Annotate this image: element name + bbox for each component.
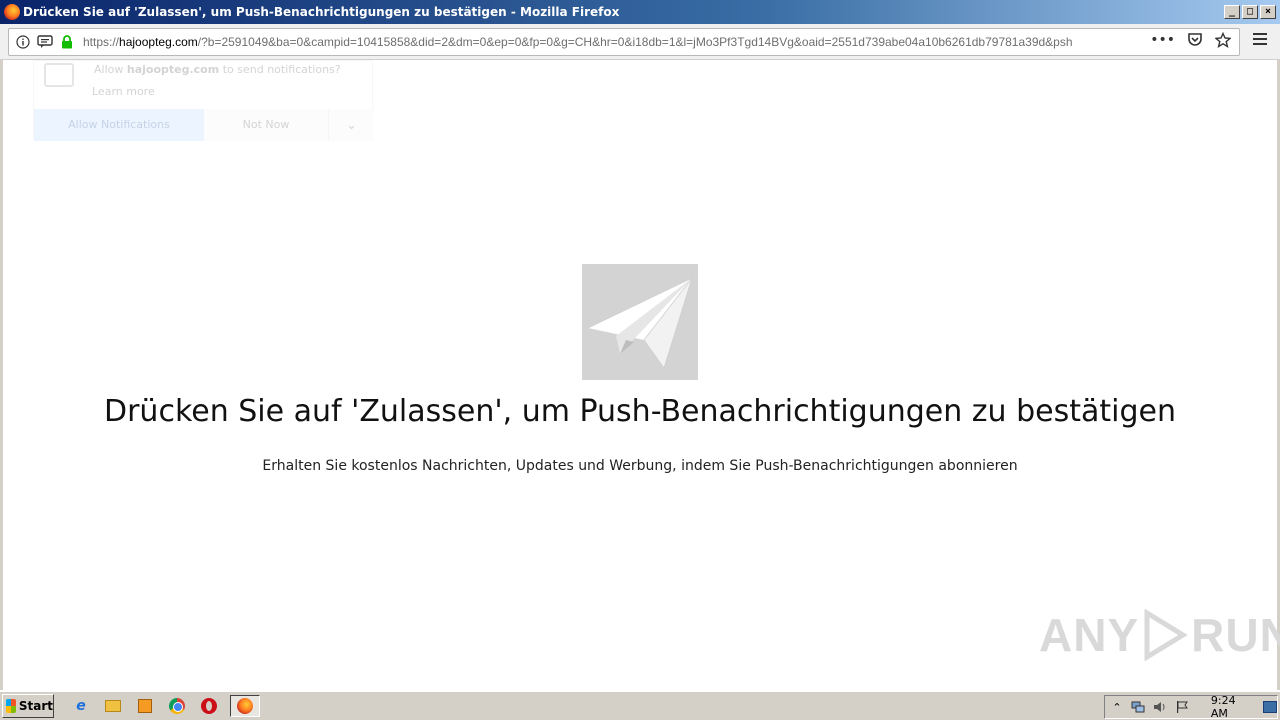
network-icon[interactable]	[1131, 700, 1145, 714]
window-title: Drücken Sie auf 'Zulassen', um Push-Bena…	[23, 5, 620, 19]
close-button[interactable]: ×	[1260, 5, 1276, 19]
info-icon[interactable]	[15, 34, 31, 50]
taskbar: Start e ⌃ 9:24 AM	[0, 690, 1280, 720]
opera-icon[interactable]	[198, 695, 220, 717]
chrome-icon[interactable]	[166, 695, 188, 717]
windows-logo-icon	[6, 699, 16, 713]
url-text[interactable]: https://hajoopteg.com/?b=2591049&ba=0&ca…	[83, 35, 1150, 49]
watermark-left-text: ANY	[1039, 609, 1140, 661]
url-host: hajoopteg.com	[119, 35, 198, 49]
popup-more-button[interactable]: ⌄	[328, 109, 374, 141]
bookmark-star-icon[interactable]	[1214, 31, 1232, 52]
folder-icon[interactable]	[102, 695, 124, 717]
internet-explorer-icon[interactable]: e	[70, 695, 92, 717]
allow-notifications-button[interactable]: Allow Notifications	[34, 109, 204, 141]
chat-bubble-icon	[44, 63, 74, 87]
page-actions-button[interactable]: •••	[1150, 32, 1175, 52]
pocket-icon[interactable]	[1187, 32, 1203, 52]
notification-permission-popup: Allow hajoopteg.com to send notification…	[33, 60, 374, 141]
start-button[interactable]: Start	[2, 694, 54, 718]
action-center-flag-icon[interactable]	[1175, 700, 1189, 714]
start-label: Start	[18, 699, 53, 713]
ie-glyph: e	[76, 698, 86, 714]
paper-plane-icon	[582, 264, 698, 380]
watermark-right-text: RUN	[1191, 609, 1280, 661]
show-desktop-icon[interactable]	[1263, 701, 1278, 713]
url-bar[interactable]: https://hajoopteg.com/?b=2591049&ba=0&ca…	[8, 28, 1240, 56]
play-icon	[1144, 609, 1188, 661]
not-now-button[interactable]: Not Now	[204, 109, 328, 141]
popup-message: Allow hajoopteg.com to send notification…	[94, 63, 341, 76]
anyrun-watermark: ANY RUN	[1039, 608, 1280, 662]
clock[interactable]: 9:24 AM	[1211, 694, 1249, 720]
tray-expand-icon[interactable]: ⌃	[1111, 700, 1123, 714]
system-tray: ⌃ 9:24 AM	[1104, 694, 1278, 720]
volume-icon[interactable]	[1153, 700, 1167, 714]
url-scheme: https://	[83, 35, 120, 49]
firefox-icon	[4, 4, 20, 20]
maximize-button[interactable]: □	[1242, 5, 1258, 19]
navigation-bar: https://hajoopteg.com/?b=2591049&ba=0&ca…	[0, 24, 1280, 60]
hamburger-menu-icon[interactable]	[1252, 32, 1268, 50]
window-titlebar[interactable]: Drücken Sie auf 'Zulassen', um Push-Bena…	[0, 0, 1280, 24]
url-path: /?b=2591049&ba=0&campid=10415858&did=2&d…	[197, 35, 1073, 49]
learn-more-link[interactable]: Learn more	[92, 85, 155, 98]
firefox-taskbar-icon[interactable]	[230, 695, 260, 717]
media-player-icon[interactable]	[134, 695, 156, 717]
page-subline: Erhalten Sie kostenlos Nachrichten, Upda…	[262, 458, 1018, 474]
lock-icon[interactable]	[59, 34, 75, 50]
minimize-button[interactable]: _	[1224, 5, 1240, 19]
message-icon[interactable]	[37, 34, 53, 50]
page-content: Allow hajoopteg.com to send notification…	[0, 60, 1280, 690]
page-headline: Drücken Sie auf 'Zulassen', um Push-Bena…	[104, 394, 1176, 429]
